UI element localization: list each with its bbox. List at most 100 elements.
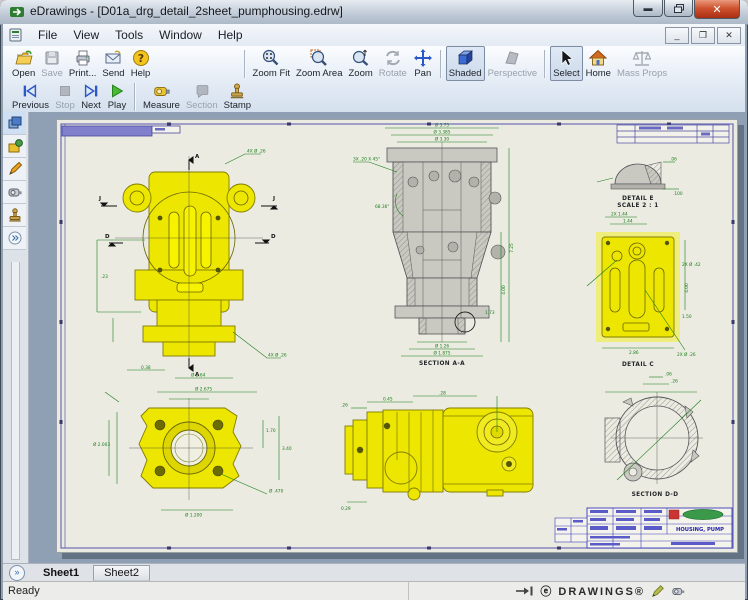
pencil-icon[interactable] [650,584,666,598]
home-icon [588,48,608,68]
open-button[interactable]: Open [9,46,38,81]
svg-text:3X .20 X 45°: 3X .20 X 45° [353,157,380,163]
stamp-panel-button[interactable] [3,204,26,227]
svg-text:HOUSING, PUMP: HOUSING, PUMP [676,527,724,533]
shaded-cube-icon [455,48,475,68]
print-button[interactable]: Print... [66,46,99,81]
tab-sheet2[interactable]: Sheet2 [93,565,150,581]
close-button[interactable]: ✕ [694,0,740,19]
shaded-button[interactable]: Shaded [446,46,485,81]
sheets-panel-button[interactable] [3,112,26,135]
svg-text:.26: .26 [671,379,678,385]
printer-icon [73,48,93,68]
view-section-aa[interactable]: Ø 3.75 Ø 3.385 Ø 3.30 7.25 4.00 1.73 Ø 1… [353,122,515,368]
menu-file[interactable]: File [30,25,65,45]
svg-text:.06: .06 [665,372,672,378]
save-button: Save [38,46,66,81]
stop-icon [55,82,75,100]
svg-text:DETAIL C: DETAIL C [622,362,654,368]
maximize-button[interactable] [664,0,693,17]
tab-sheet1[interactable]: Sheet1 [33,566,89,580]
zoom-button[interactable]: Zoom [346,46,376,81]
measure-panel-button[interactable] [3,181,26,204]
menu-window[interactable]: Window [151,25,210,45]
menu-view[interactable]: View [65,25,107,45]
view-detail-c[interactable]: 1.44 2X 1.44 2X Ø .42 4.00 1.50 2.86 2X … [587,212,701,369]
measure-tape-icon[interactable] [671,584,687,598]
stamp-button[interactable]: Stamp [221,80,254,113]
mdi-minimize-button[interactable]: _ [665,27,689,44]
zoom-fit-button[interactable]: Zoom Fit [250,46,293,81]
next-button[interactable]: Next [78,80,104,113]
layers-icon [7,115,23,131]
svg-text:1.70: 1.70 [266,428,276,434]
svg-text:A: A [195,154,200,160]
components-icon [7,138,23,154]
section-button: Section [183,80,221,113]
svg-text:2X Ø .26: 2X Ø .26 [677,351,696,358]
drawing-canvas[interactable]: A A J J D D .23 [29,112,745,564]
svg-text:D: D [271,234,276,240]
svg-text:SCALE 2 : 1: SCALE 2 : 1 [617,203,658,209]
markup-panel-button[interactable] [3,158,26,181]
svg-text:SECTION A-A: SECTION A-A [419,361,465,367]
svg-text:1.44: 1.44 [623,219,633,225]
send-envelope-icon [103,48,123,68]
drawing-sheet[interactable]: A A J J D D .23 [56,119,738,553]
title-bar: eDrawings - [D01a_drg_detail_2sheet_pump… [0,0,748,25]
mdi-close-button[interactable]: ✕ [717,27,741,44]
menu-help[interactable]: Help [210,25,251,45]
view-detail-e[interactable]: .06 .100 DETAIL E SCALE 2 : 1 [597,157,683,210]
toolbar-separator [244,50,246,78]
pan-button[interactable]: Pan [410,46,436,81]
minimize-button[interactable]: ▬ [633,0,663,17]
zoom-area-button[interactable]: Zoom Area [293,46,345,81]
window-title: eDrawings - [D01a_drg_detail_2sheet_pump… [30,4,343,18]
svg-text:2X 1.44: 2X 1.44 [611,212,628,218]
view-section-dd[interactable]: .26 .06 SECTION D-D [605,372,703,499]
svg-text:Ø .470: Ø .470 [269,488,284,495]
svg-text:Ø 2.64: Ø 2.64 [191,372,206,379]
svg-text:Ø 2.675: Ø 2.675 [195,386,212,393]
zoom-area-icon [309,48,329,68]
view-front[interactable]: A A J J D D .23 [97,148,287,379]
tab-expand-button[interactable]: » [9,565,25,581]
svg-text:D: D [105,234,110,240]
svg-text:DETAIL E: DETAIL E [622,196,654,202]
view-flange[interactable]: Ø 2.675 Ø 2.003 3.40 1.70 Ø 1.200 Ø .470 [93,386,292,519]
home-button[interactable]: Home [583,46,614,81]
restore-icon [674,4,684,13]
svg-text:SECTION D-D: SECTION D-D [632,492,679,498]
mass-props-scale-icon [632,48,652,68]
svg-text:0.29: 0.29 [341,506,351,512]
drawing-svg: A A J J D D .23 [57,120,737,552]
mdi-restore-button[interactable]: ❐ [691,27,715,44]
previous-button[interactable]: Previous [9,80,52,113]
pan-icon [413,48,433,68]
expand-panel-button[interactable] [3,227,26,250]
help-button[interactable]: ? Help [128,46,154,81]
select-button[interactable]: Select [550,46,582,81]
menu-tools[interactable]: Tools [107,25,151,45]
edrawings-arrow-icon [515,586,535,596]
view-side[interactable]: 0.45 .28 .26 0.29 [341,391,533,513]
play-button[interactable]: Play [104,80,130,113]
stamp-icon [7,207,23,223]
perspective-icon [502,48,522,68]
save-floppy-icon [42,48,62,68]
toolbar-separator [544,50,546,78]
mass-props-button: Mass Props [614,46,670,81]
svg-text:0.45: 0.45 [383,397,393,403]
svg-text:1.50: 1.50 [682,314,692,320]
play-icon [107,82,127,100]
components-panel-button[interactable] [3,135,26,158]
measure-button[interactable]: Measure [140,80,183,113]
stop-button: Stop [52,80,78,113]
svg-text:?: ? [137,52,143,65]
svg-text:2.86: 2.86 [629,350,639,356]
svg-text:.23: .23 [101,274,108,280]
svg-text:Ø 3.385: Ø 3.385 [433,129,450,136]
svg-text:7.25: 7.25 [509,243,515,253]
send-button[interactable]: Send [99,46,127,81]
app-window: eDrawings - [D01a_drg_detail_2sheet_pump… [0,0,748,600]
